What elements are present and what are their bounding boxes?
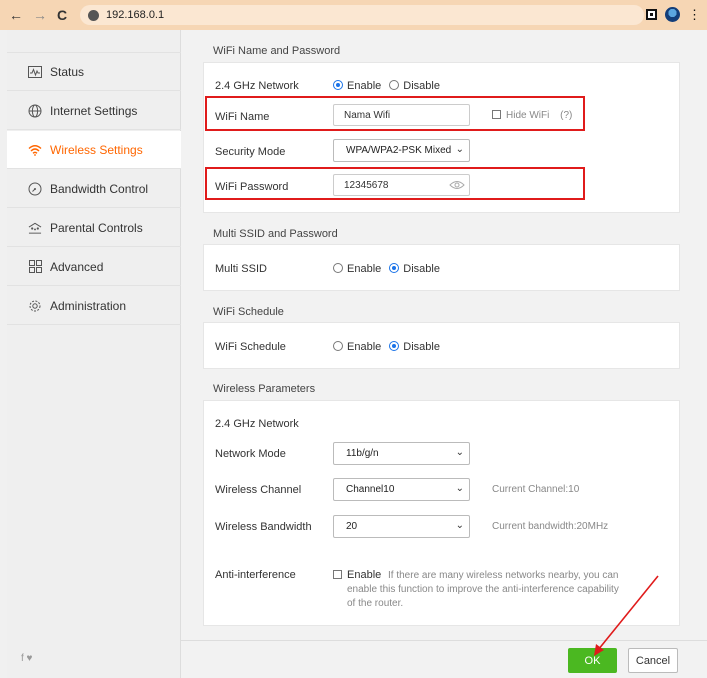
extension-area: ⋮ [646,7,701,22]
wireless-bandwidth-value: 20 [346,521,358,532]
enable-radio[interactable]: Enable [333,80,381,92]
anti-enable-label: Enable [347,569,382,581]
url-text: 192.168.0.1 [106,9,165,21]
highlight-wifi-name [205,96,585,131]
radio-off-icon [389,80,400,90]
anti-interference-label: Anti-interference [215,569,296,581]
sidebar-item-label: Bandwidth Control [50,181,149,196]
sidebar-item-wireless-settings[interactable]: Wireless Settings [7,131,181,169]
wireless-bandwidth-select[interactable]: 20 ⌄ [333,515,470,538]
enable-radio-label: Enable [347,263,382,275]
profile-avatar[interactable] [665,7,680,22]
multi-ssid-radio-group: Enable Disable [333,263,440,275]
chevron-down-icon: ⌄ [455,447,464,458]
wifi-schedule-disable-radio[interactable]: Disable [389,341,440,353]
disable-radio-label: Disable [403,341,440,353]
section-title-multi-ssid: Multi SSID and Password [213,228,338,240]
sidebar-toggle-icon[interactable] [646,9,657,20]
wireless-bandwidth-label: Wireless Bandwidth [215,521,312,533]
sidebar-item-administration[interactable]: Administration [7,287,181,325]
section-title-wifi-name-password: WiFi Name and Password [213,45,341,57]
anti-desc-line: of the router. [347,598,404,609]
radio-on-icon [389,263,400,273]
wifi-schedule-enable-radio[interactable]: Enable [333,341,381,353]
anti-interference-enable[interactable]: Enable [333,569,381,581]
disable-radio-label: Disable [403,263,440,275]
wireless-channel-label: Wireless Channel [215,484,302,496]
multi-ssid-label: Multi SSID [215,263,267,275]
highlight-wifi-password [205,167,585,200]
wireless-network-label: 2.4 GHz Network [215,418,299,430]
section-title-wifi-schedule: WiFi Schedule [213,306,284,318]
network-label: 2.4 GHz Network [215,80,299,92]
back-arrow-icon[interactable]: ← [7,6,25,24]
chevron-down-icon: ⌄ [455,483,464,494]
wifi-schedule-label: WiFi Schedule [215,341,286,353]
multi-ssid-disable-radio[interactable]: Disable [389,263,440,275]
anti-interference-description: If there are many wireless networks near… [388,569,678,583]
forward-arrow-icon[interactable]: → [31,6,49,24]
anti-desc-line: enable this function to improve the anti… [347,584,619,595]
globe-icon [28,104,42,118]
network-mode-value: 11b/g/n [346,448,379,459]
anti-desc-line: If there are many wireless networks near… [388,570,619,581]
cancel-button[interactable]: Cancel [628,648,678,673]
sidebar-item-advanced[interactable]: Advanced [7,248,181,286]
radio-on-icon [333,80,343,90]
ok-button[interactable]: OK [568,648,617,673]
current-bandwidth-text: Current bandwidth:20MHz [492,521,609,532]
wireless-parameters-card: 2.4 GHz Network Network Mode 11b/g/n ⌄ W… [203,400,680,626]
sidebar-item-label: Status [50,64,85,79]
multi-ssid-enable-radio[interactable]: Enable [333,263,381,275]
sidebar: Status Internet Settings Wireless Settin… [7,30,181,678]
reload-icon[interactable]: C [53,6,71,24]
sidebar-item-label: Parental Controls [50,220,143,235]
gear-icon [28,299,42,313]
enable-radio-label: Enable [347,341,382,353]
sidebar-item-bandwidth-control[interactable]: Bandwidth Control [7,170,181,208]
radio-on-icon [389,341,400,351]
sidebar-item-status[interactable]: Status [7,53,181,91]
site-info-icon[interactable] [88,9,99,21]
status-icon [28,65,42,79]
anti-interference-description-cont: enable this function to improve the anti… [347,583,647,611]
radio-off-icon [333,263,343,273]
social-links[interactable]: f ♥ [21,653,33,664]
network-mode-select[interactable]: 11b/g/n ⌄ [333,442,470,465]
checkbox-icon [333,570,342,579]
wifi-schedule-card: WiFi Schedule Enable Disable [203,322,680,369]
enable-radio-label: Enable [347,80,382,92]
security-mode-select[interactable]: WPA/WPA2-PSK Mixed ⌄ [333,139,470,162]
footer-bar: OK Cancel [181,640,707,678]
current-channel-text: Current Channel:10 [492,484,580,495]
sidebar-item-label: Administration [50,298,127,313]
sidebar-item-label: Wireless Settings [50,142,143,157]
radio-off-icon [333,341,343,351]
security-mode-value: WPA/WPA2-PSK Mixed [346,145,452,156]
sidebar-item-label: Advanced [50,259,104,274]
multi-ssid-card: Multi SSID Enable Disable [203,244,680,291]
network-radio-group: Enable Disable [333,80,440,92]
network-mode-label: Network Mode [215,448,286,460]
wifi-icon [28,143,42,157]
section-title-wireless-parameters: Wireless Parameters [213,383,316,395]
wifi-schedule-radio-group: Enable Disable [333,341,440,353]
chevron-down-icon: ⌄ [455,520,464,531]
sidebar-item-internet-settings[interactable]: Internet Settings [7,92,181,130]
gauge-icon [28,182,42,196]
sidebar-item-parental-controls[interactable]: Parental Controls [7,209,181,247]
sidebar-item-label: Internet Settings [50,103,138,118]
browser-toolbar: ← → C 192.168.0.1 ⋮ [0,0,707,30]
wireless-channel-value: Channel10 [346,484,395,495]
address-bar[interactable]: 192.168.0.1 [80,5,644,25]
menu-dots-icon[interactable]: ⋮ [688,8,701,21]
chevron-down-icon: ⌄ [455,144,464,155]
disable-radio-label: Disable [403,80,440,92]
security-mode-label: Security Mode [215,146,286,158]
grid-icon [28,260,42,274]
disable-radio[interactable]: Disable [389,80,440,92]
family-icon [28,221,42,235]
wireless-channel-select[interactable]: Channel10 ⌄ [333,478,470,501]
